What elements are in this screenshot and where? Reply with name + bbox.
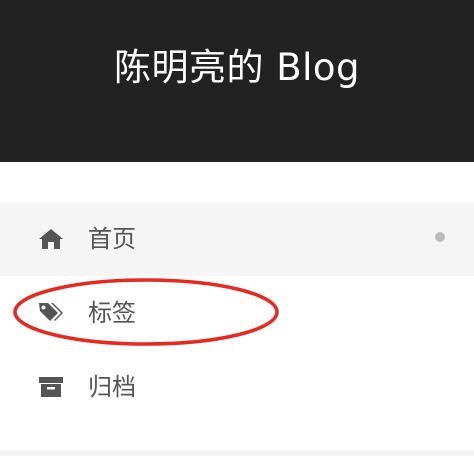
site-title[interactable]: 陈明亮的 Blog	[0, 40, 474, 96]
divider	[0, 450, 474, 456]
menu-item-tags[interactable]: 标签	[0, 276, 474, 350]
home-icon	[39, 229, 63, 249]
site-header: 陈明亮的 Blog	[0, 0, 474, 162]
menu-item-label: 归档	[88, 373, 136, 401]
main-menu: 首页 标签 归档	[0, 202, 474, 424]
archive-icon	[39, 377, 63, 397]
menu-item-label: 首页	[88, 225, 136, 253]
menu-item-label: 标签	[88, 299, 136, 327]
menu-item-archives[interactable]: 归档	[0, 350, 474, 424]
menu-item-home[interactable]: 首页	[0, 202, 474, 276]
tags-icon	[39, 303, 63, 321]
active-indicator-dot	[435, 232, 445, 242]
